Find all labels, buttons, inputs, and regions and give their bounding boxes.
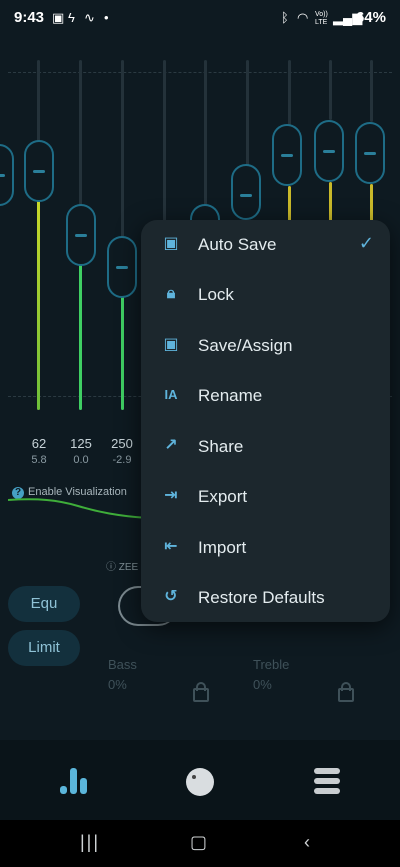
- checkmark-icon: ✓: [358, 233, 374, 253]
- bass-lock-icon[interactable]: [193, 682, 209, 702]
- band-slider-handle[interactable]: [314, 120, 344, 182]
- bolt-icon: ϟ: [68, 10, 75, 25]
- menu-item-rename[interactable]: IA Rename: [141, 371, 390, 421]
- treble-value: 0%: [253, 677, 272, 692]
- band-frequency: 125: [70, 436, 92, 451]
- band-slider-handle-62[interactable]: [24, 140, 54, 202]
- menu-nav-icon[interactable]: [314, 768, 340, 794]
- zee-label: ZEE: [118, 562, 139, 573]
- band-gain: 5.8: [31, 454, 47, 466]
- equ-button[interactable]: Equ: [8, 586, 80, 622]
- menu-item-label: Save/Assign: [198, 336, 293, 355]
- grid-line-top: [8, 72, 392, 73]
- band-track: [370, 60, 373, 122]
- waveform-icon: ∿: [84, 10, 95, 25]
- menu-item-label: Auto Save: [198, 235, 277, 254]
- band-fill: [288, 186, 291, 222]
- band-track: [204, 60, 207, 210]
- band-track: [288, 60, 291, 130]
- menu-item-label: Lock: [198, 285, 234, 304]
- menu-item-export[interactable]: ⇥ Export: [141, 472, 390, 522]
- band-track: [329, 60, 332, 120]
- band-frequency: 62: [31, 436, 47, 451]
- import-icon: ⇤: [164, 538, 178, 555]
- back-icon[interactable]: ‹: [304, 832, 310, 853]
- menu-item-label: Import: [198, 538, 247, 557]
- band-fill: [37, 200, 40, 410]
- knob-nav-icon[interactable]: [186, 768, 214, 796]
- home-icon[interactable]: ▢: [190, 832, 207, 853]
- response-curve: [8, 498, 148, 519]
- band-gain: 0.0: [73, 454, 89, 466]
- menu-item-save-assign[interactable]: ▣ Save/Assign: [141, 321, 390, 371]
- band-slider-handle-125[interactable]: [66, 204, 96, 266]
- menu-item-label: Restore Defaults: [198, 588, 325, 607]
- menu-item-auto-save[interactable]: ▣ Auto Save ✓: [141, 220, 390, 270]
- band-track: [246, 60, 249, 170]
- info-icon: ⓘ: [106, 562, 116, 573]
- band-slider-handle[interactable]: [0, 144, 14, 206]
- band-slider-handle[interactable]: [272, 124, 302, 186]
- volte-icon: Vo)) LTE: [315, 11, 328, 26]
- band-gain: -2.9: [112, 454, 132, 466]
- battery-level: 64%: [355, 9, 386, 26]
- band-fill: [79, 262, 82, 410]
- save-assign-icon: ▣: [163, 336, 179, 353]
- band-track: [163, 60, 166, 240]
- menu-item-label: Share: [198, 437, 244, 456]
- bluetooth-icon: ᛒ: [281, 10, 289, 25]
- equalizer-nav-icon[interactable]: [60, 768, 90, 794]
- recents-icon[interactable]: |||: [80, 832, 100, 853]
- menu-item-restore-defaults[interactable]: ↺ Restore Defaults: [141, 573, 390, 623]
- menu-item-import[interactable]: ⇤ Import: [141, 523, 390, 573]
- band-fill: [370, 184, 373, 222]
- band-fill: [329, 182, 332, 222]
- system-navigation-bar: ||| ▢ ‹: [0, 820, 400, 867]
- band-slider-handle-250[interactable]: [107, 236, 137, 298]
- overflow-menu: ▣ Auto Save ✓ 🔒︎ Lock ▣ Save/Assign IA R…: [141, 220, 390, 622]
- band-slider-handle[interactable]: [355, 122, 385, 184]
- lock-icon: 🔒︎: [166, 285, 176, 302]
- save-icon: ▣: [163, 235, 179, 252]
- treble-label: Treble: [253, 657, 290, 672]
- bass-label: Bass: [108, 657, 137, 672]
- bass-value: 0%: [108, 677, 127, 692]
- menu-item-share[interactable]: ↗ Share: [141, 422, 390, 472]
- limit-button[interactable]: Limit: [8, 630, 80, 666]
- band-slider-handle[interactable]: [231, 164, 261, 220]
- zee-info: ⓘ ZEE: [106, 558, 138, 573]
- image-icon: ▣: [52, 10, 65, 25]
- menu-item-label: Rename: [198, 386, 263, 405]
- restore-icon: ↺: [164, 588, 178, 605]
- band-fill: [121, 294, 124, 410]
- rename-icon: IA: [164, 387, 178, 402]
- treble-lock-icon[interactable]: [338, 682, 354, 702]
- dot-icon: •: [104, 10, 109, 25]
- clock: 9:43: [14, 9, 45, 26]
- band-frequency: 250: [111, 436, 133, 451]
- menu-item-lock[interactable]: 🔒︎ Lock: [141, 270, 390, 320]
- export-icon: ⇥: [164, 487, 178, 504]
- wifi-icon: ◠: [297, 10, 309, 25]
- status-bar: 9:43 ▣ ϟ ∿ • ᛒ ◠ Vo)) LTE ▂▄▆ 64%: [0, 0, 400, 36]
- share-icon: ↗: [164, 437, 178, 454]
- menu-item-label: Export: [198, 487, 248, 506]
